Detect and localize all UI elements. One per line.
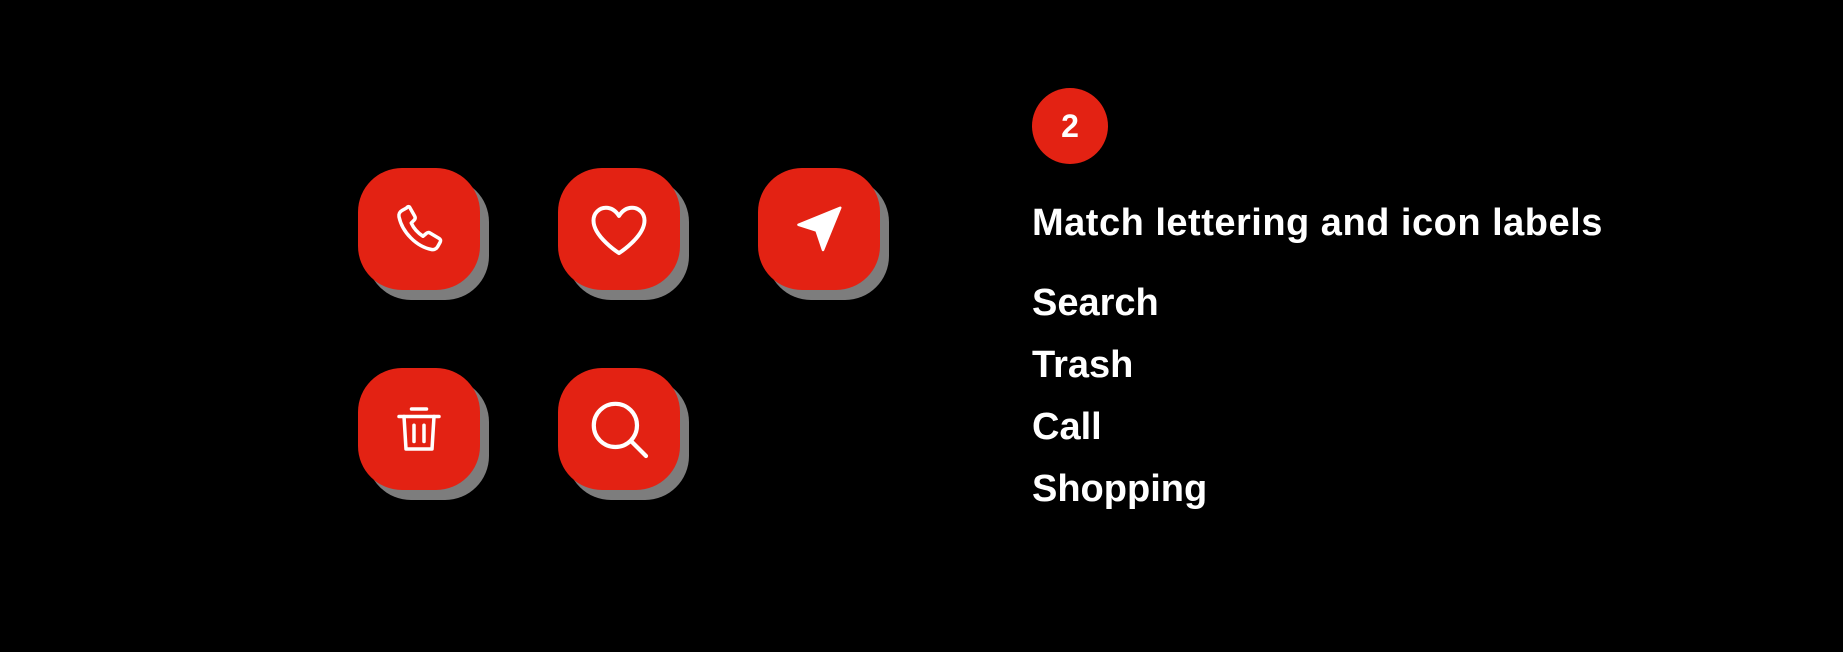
list-item: Trash	[1032, 344, 1134, 386]
list-item: Call	[1032, 406, 1102, 448]
text-panel: 2 Match lettering and icon labels Search…	[1032, 88, 1752, 520]
list-item: Shopping	[1032, 468, 1208, 510]
stage: 2 Match lettering and icon labels Search…	[0, 0, 1843, 652]
heart-button[interactable]	[558, 168, 680, 290]
list-item: Search	[1032, 282, 1159, 324]
navigation-arrow-icon	[797, 206, 842, 252]
navigation-button[interactable]	[758, 168, 880, 290]
heart-icon	[591, 205, 647, 256]
trash-icon	[397, 407, 441, 451]
search-button[interactable]	[558, 368, 680, 490]
label-list: Search Trash Call Shopping	[1032, 272, 1752, 520]
phone-button[interactable]	[358, 168, 480, 290]
panel-title: Match lettering and icon labels	[1032, 202, 1603, 244]
step-number-badge: 2	[1032, 88, 1108, 164]
phone-icon	[397, 204, 443, 252]
search-icon	[591, 401, 649, 459]
trash-button[interactable]	[358, 368, 480, 490]
